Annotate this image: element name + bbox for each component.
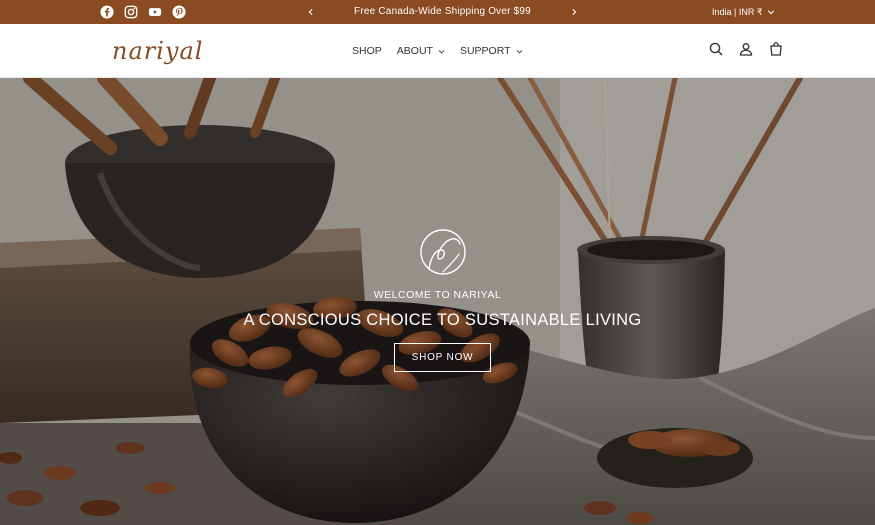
chevron-left-icon (308, 8, 313, 16)
nav-item-shop[interactable]: SHOP (352, 45, 382, 57)
hero-kicker: WELCOME TO NARIYAL (373, 289, 502, 301)
brand-mark-icon (420, 229, 466, 275)
locale-selector[interactable]: India | INR ₹ (712, 0, 775, 24)
announcement-text: Free Canada-Wide Shipping Over $99 (354, 6, 531, 17)
facebook-icon[interactable] (100, 5, 114, 19)
nav-item-label: ABOUT (396, 45, 433, 57)
announcement-prev-button[interactable] (305, 4, 317, 20)
logo-text: nariyal (112, 37, 204, 65)
account-icon[interactable] (738, 41, 754, 57)
cart-icon[interactable] (768, 41, 784, 57)
site-header: nariyal SHOP ABOUT SUPPORT (0, 24, 875, 78)
nav-item-about[interactable]: ABOUT (397, 45, 445, 57)
chevron-down-icon (516, 49, 522, 54)
nav-item-label: SHOP (352, 45, 382, 57)
hero-title: A CONSCIOUS CHOICE TO SUSTAINABLE LIVING (243, 311, 642, 329)
hero-banner: WELCOME TO NARIYAL A CONSCIOUS CHOICE TO… (0, 78, 875, 525)
chevron-down-icon (438, 49, 445, 54)
shop-now-button[interactable]: SHOP NOW (394, 343, 491, 372)
announcement-bar: Free Canada-Wide Shipping Over $99 India… (0, 0, 875, 24)
instagram-icon[interactable] (124, 5, 138, 19)
chevron-right-icon (572, 8, 577, 16)
social-links (100, 5, 186, 19)
logo[interactable]: nariyal (112, 36, 218, 68)
nav-item-support[interactable]: SUPPORT (460, 45, 523, 57)
pinterest-icon[interactable] (172, 5, 186, 19)
main-nav: SHOP ABOUT SUPPORT (352, 24, 523, 78)
nav-item-label: SUPPORT (459, 45, 511, 57)
chevron-down-icon (767, 10, 774, 15)
announcement-next-button[interactable] (568, 4, 580, 20)
locale-label: India | INR ₹ (712, 7, 763, 17)
search-icon[interactable] (708, 41, 724, 57)
header-icons (708, 41, 784, 57)
youtube-icon[interactable] (148, 5, 162, 19)
hero-content: WELCOME TO NARIYAL A CONSCIOUS CHOICE TO… (0, 78, 875, 525)
